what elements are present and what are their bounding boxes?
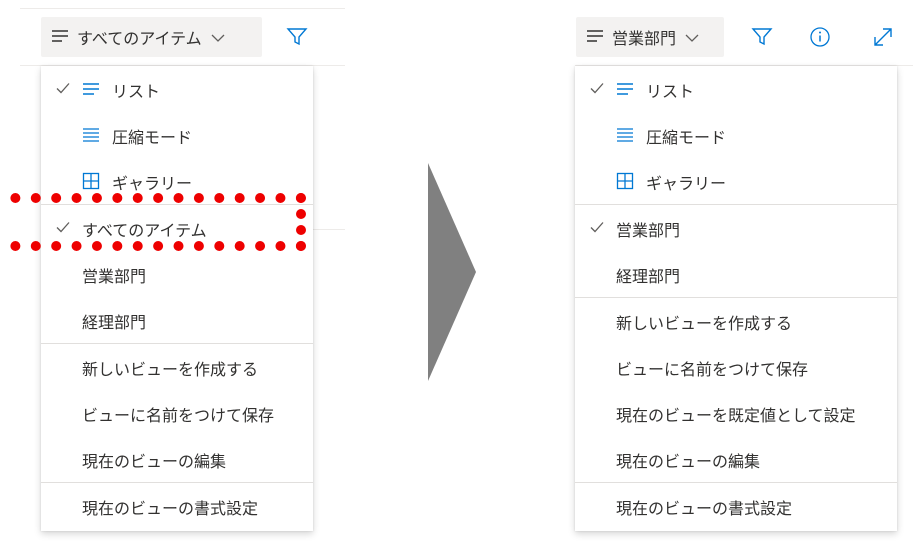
view-switcher-button[interactable]: 営業部門 (576, 17, 724, 57)
expand-icon[interactable] (869, 23, 897, 51)
menu-item-view-sales[interactable]: 営業部門 (41, 251, 313, 297)
list-icon (616, 80, 634, 98)
menu-item-view-sales[interactable]: 営業部門 (575, 205, 897, 251)
menu-item-label: 新しいビューを作成する (616, 314, 793, 333)
menu-item-label: リスト (112, 82, 161, 101)
menu-item-compact[interactable]: 圧縮モード (575, 112, 897, 158)
view-switcher-label: すべてのアイテム (77, 29, 202, 48)
left-panel: すべてのアイテム リスト 圧縮モード ギャラリー すべてのアイテム 営業部門 経… (0, 0, 345, 547)
menu-item-create-view[interactable]: 新しいビューを作成する (575, 298, 897, 344)
view-switcher-button[interactable]: すべてのアイテム (41, 17, 262, 57)
menu-item-label: 営業部門 (616, 221, 681, 240)
menu-item-format-view[interactable]: 現在のビューの書式設定 (575, 483, 897, 529)
list-lines-icon (586, 28, 604, 47)
right-panel: 営業部門 リスト 圧縮モード ギャラリー 営業部門 経理部門 新しいビューを作成… (575, 0, 913, 547)
view-switcher-label: 営業部門 (612, 29, 677, 48)
menu-item-list[interactable]: リスト (41, 66, 313, 112)
view-menu: リスト 圧縮モード ギャラリー 営業部門 経理部門 新しいビューを作成する ビュ… (575, 66, 897, 531)
menu-item-label: 現在のビューの編集 (82, 452, 227, 471)
menu-item-set-default-view[interactable]: 現在のビューを既定値として設定 (575, 390, 897, 436)
menu-item-label: 新しいビューを作成する (82, 360, 259, 379)
menu-item-edit-view[interactable]: 現在のビューの編集 (41, 436, 313, 482)
menu-item-gallery[interactable]: ギャラリー (575, 158, 897, 204)
check-icon (589, 219, 605, 235)
list-lines-icon (51, 28, 69, 47)
menu-item-label: ビューに名前をつけて保存 (616, 360, 809, 379)
menu-item-label: 営業部門 (82, 267, 147, 286)
chevron-down-icon (684, 28, 700, 47)
menu-item-save-view-as[interactable]: ビューに名前をつけて保存 (575, 344, 897, 390)
view-menu: リスト 圧縮モード ギャラリー すべてのアイテム 営業部門 経理部門 新しいビュ… (41, 66, 313, 531)
arrow-right-icon (428, 163, 476, 385)
menu-item-label: 圧縮モード (646, 128, 727, 147)
filter-icon[interactable] (748, 23, 776, 51)
list-icon (82, 80, 100, 98)
menu-item-compact[interactable]: 圧縮モード (41, 112, 313, 158)
gallery-icon (82, 172, 100, 190)
menu-item-label: 現在のビューを既定値として設定 (616, 406, 856, 425)
menu-item-label: ギャラリー (646, 174, 727, 193)
menu-item-save-view-as[interactable]: ビューに名前をつけて保存 (41, 390, 313, 436)
check-icon (55, 80, 71, 96)
menu-item-label: 現在のビューの編集 (616, 452, 761, 471)
menu-item-format-view[interactable]: 現在のビューの書式設定 (41, 483, 313, 529)
menu-item-list[interactable]: リスト (575, 66, 897, 112)
info-icon[interactable] (806, 23, 834, 51)
check-icon (589, 80, 605, 96)
menu-item-view-accounting[interactable]: 経理部門 (575, 251, 897, 297)
divider (20, 8, 345, 9)
menu-item-label: 現在のビューの書式設定 (616, 499, 793, 518)
compact-icon (616, 126, 634, 144)
gallery-icon (616, 172, 634, 190)
menu-item-view-accounting[interactable]: 経理部門 (41, 297, 313, 343)
divider (313, 229, 345, 230)
menu-item-label: 現在のビューの書式設定 (82, 499, 259, 518)
filter-icon[interactable] (283, 23, 311, 51)
menu-item-label: ギャラリー (112, 174, 193, 193)
menu-item-label: 経理部門 (616, 267, 681, 286)
menu-item-edit-view[interactable]: 現在のビューの編集 (575, 436, 897, 482)
chevron-down-icon (210, 28, 226, 47)
highlight-box (0, 193, 306, 251)
menu-item-label: 経理部門 (82, 313, 147, 332)
menu-item-create-view[interactable]: 新しいビューを作成する (41, 344, 313, 390)
menu-item-label: 圧縮モード (112, 128, 193, 147)
compact-icon (82, 126, 100, 144)
menu-item-label: リスト (646, 82, 695, 101)
menu-item-label: ビューに名前をつけて保存 (82, 406, 275, 425)
